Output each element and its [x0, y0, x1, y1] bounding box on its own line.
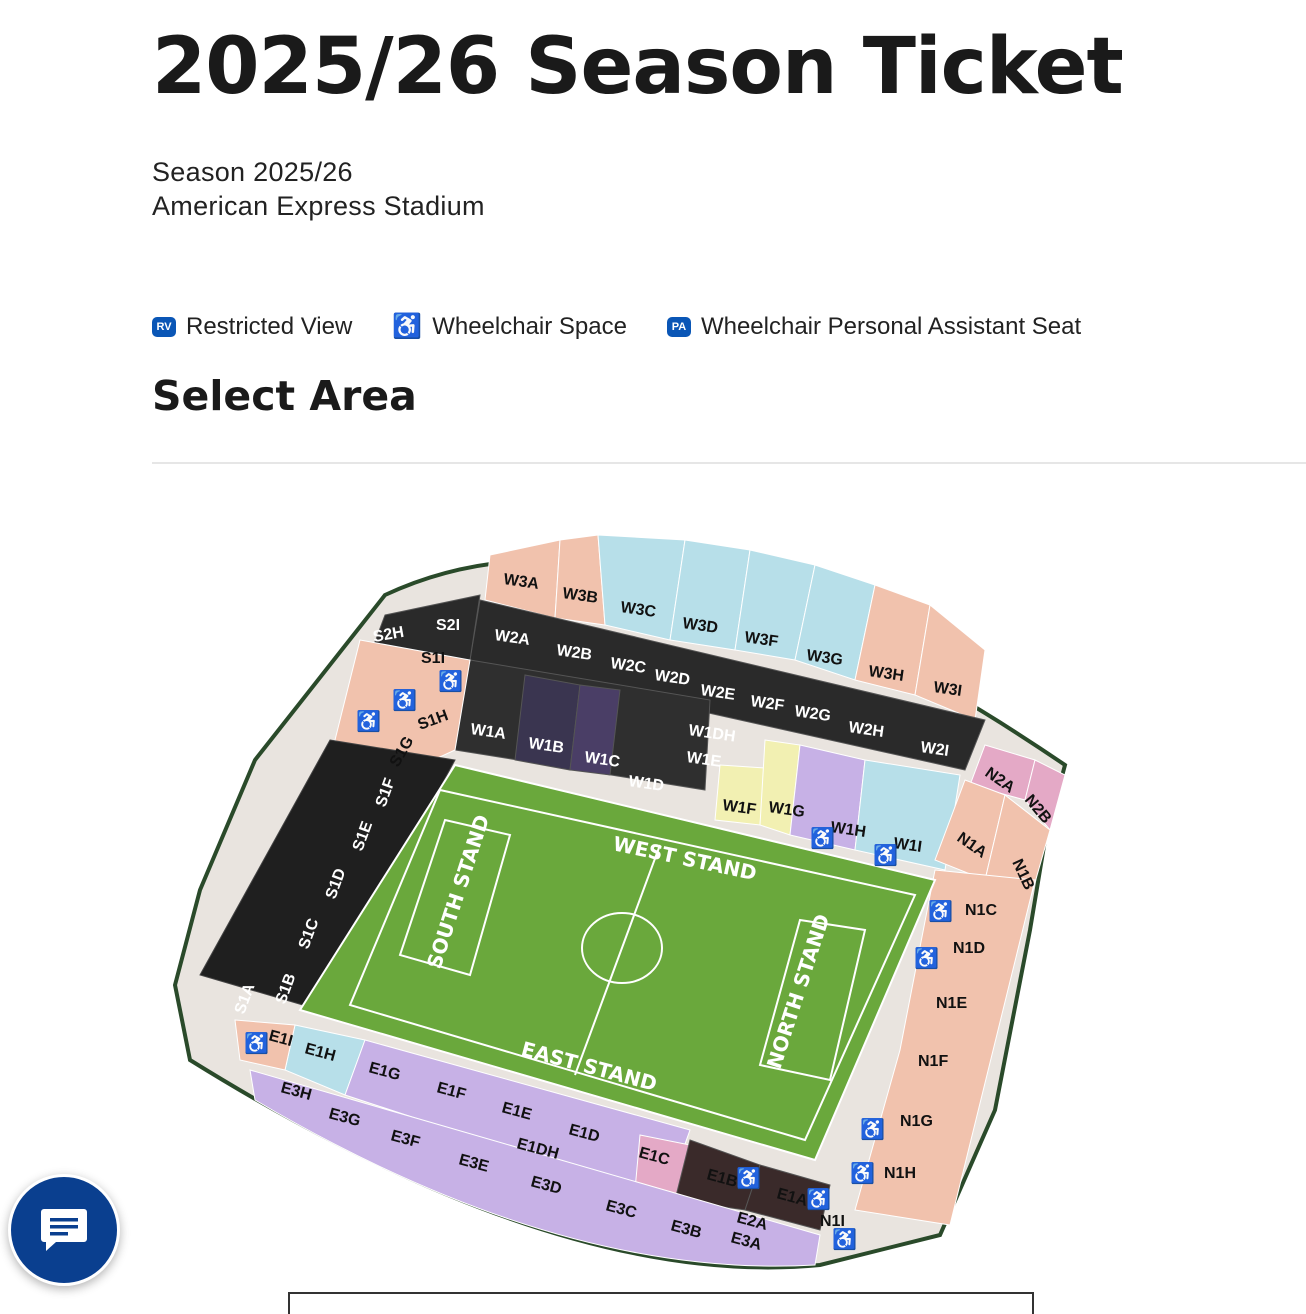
section-label-N1G[interactable]: N1G: [900, 1113, 933, 1130]
chat-icon: [41, 1209, 87, 1251]
section-label-N1H[interactable]: N1H: [884, 1165, 916, 1182]
seat-panel-frame: [288, 1292, 1034, 1314]
wheelchair-icon: ♿: [850, 1161, 875, 1185]
section-label-N1E[interactable]: N1E: [936, 995, 967, 1012]
wheelchair-icon: ♿: [392, 688, 417, 712]
section-label-N1I[interactable]: N1I: [820, 1213, 845, 1230]
section-label-N1C[interactable]: N1C: [965, 902, 997, 919]
section-label-S2I[interactable]: S2I: [436, 617, 460, 634]
wheelchair-icon: ♿: [873, 843, 898, 867]
wheelchair-icon: ♿: [914, 946, 939, 970]
wheelchair-icon: ♿: [928, 899, 953, 923]
stadium-map: WEST STAND EAST STAND SOUTH STAND NORTH …: [172, 534, 1068, 1270]
wheelchair-icon: ♿: [860, 1117, 885, 1141]
wheelchair-icon: ♿: [736, 1166, 761, 1190]
section-label-N1D[interactable]: N1D: [953, 940, 985, 957]
wheelchair-icon: ♿: [438, 669, 463, 693]
chat-button[interactable]: [8, 1174, 120, 1286]
section-W1B[interactable]: [514, 674, 581, 771]
wheelchair-icon: ♿: [810, 826, 835, 850]
wheelchair-icon: ♿: [832, 1227, 857, 1251]
section-label-N1F[interactable]: N1F: [918, 1053, 948, 1070]
section-label-S1I[interactable]: S1I: [421, 650, 445, 667]
wheelchair-icon: ♿: [806, 1187, 831, 1211]
section-W3B[interactable]: [554, 534, 606, 626]
wheelchair-icon: ♿: [244, 1031, 269, 1055]
wheelchair-icon: ♿: [356, 709, 381, 733]
